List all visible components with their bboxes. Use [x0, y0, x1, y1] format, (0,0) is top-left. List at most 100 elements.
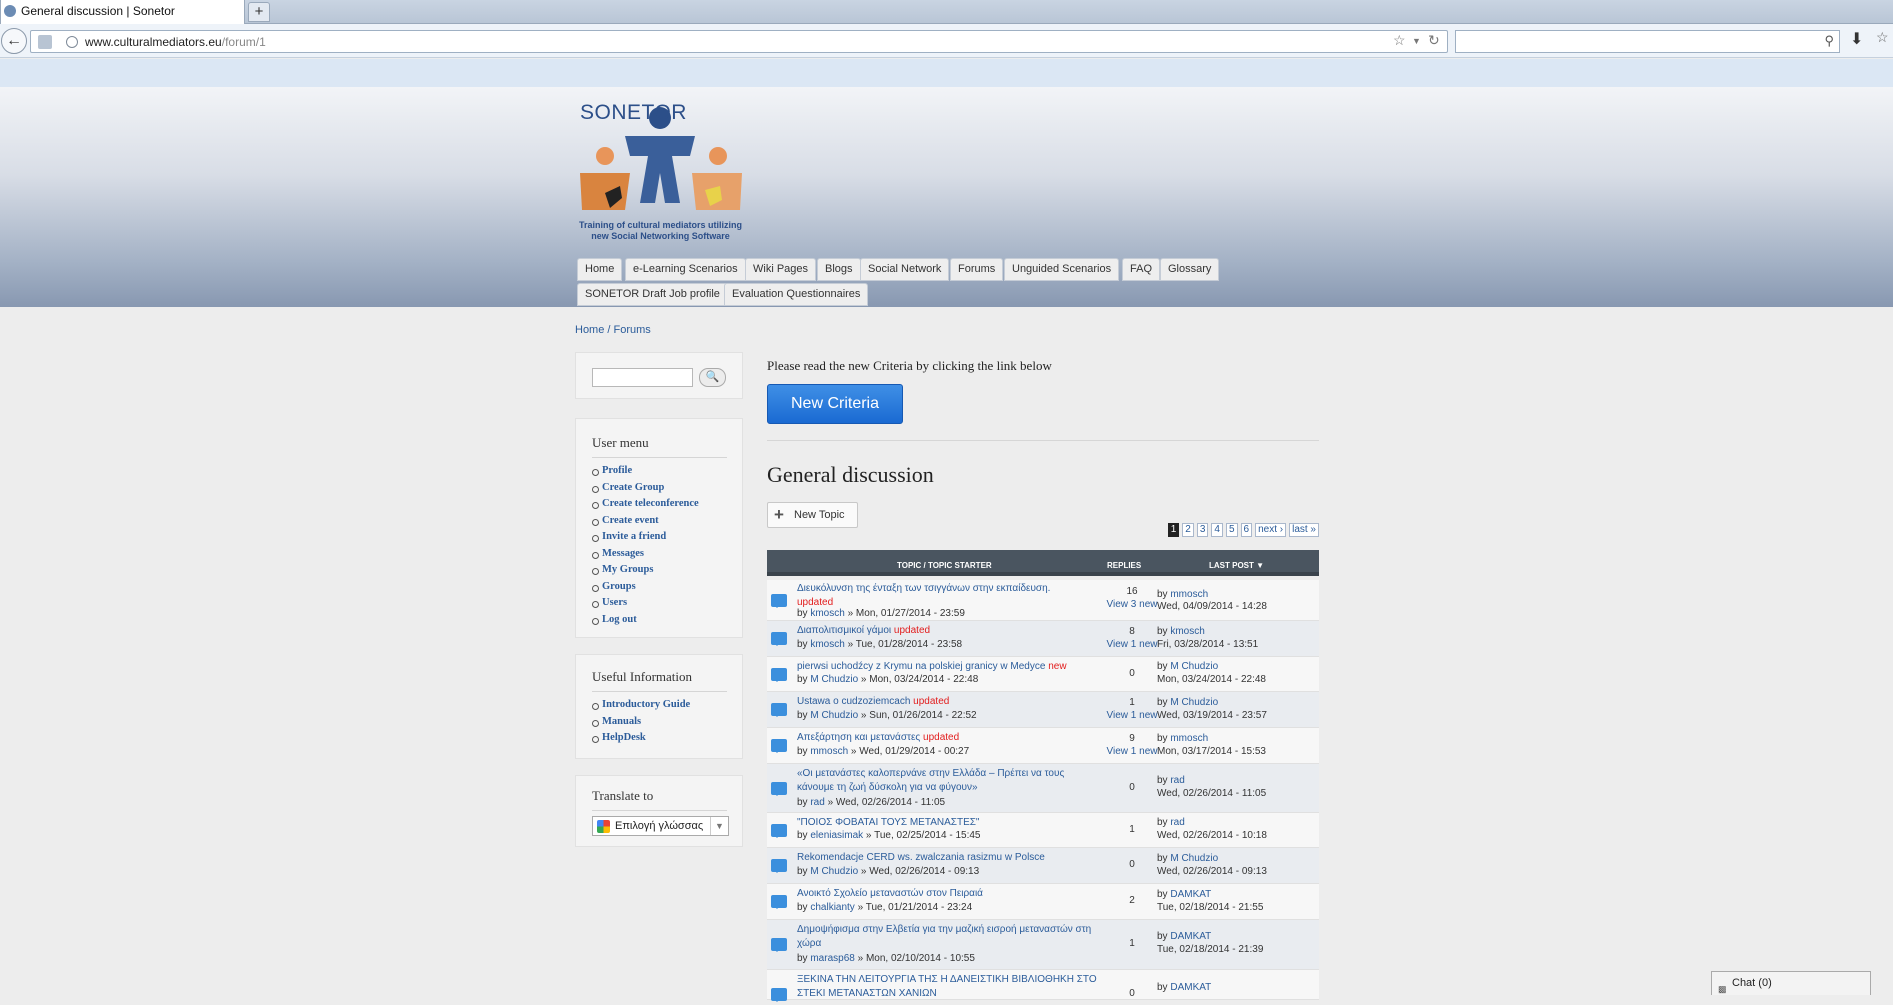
- last-post-date: Wed, 02/26/2014 - 11:05: [1157, 788, 1267, 799]
- topic-starter: by eleniasimak » Tue, 02/25/2014 - 15:45: [797, 830, 981, 841]
- topic-starter: by marasp68 » Mon, 02/10/2014 - 10:55: [797, 953, 975, 964]
- reply-count: 0: [1129, 988, 1135, 999]
- pager-page-2[interactable]: 2: [1182, 523, 1194, 537]
- topic-title[interactable]: pierwsi uchodźcy z Krymu na polskiej gra…: [797, 660, 1117, 674]
- menu-item-draft-job-profile[interactable]: SONETOR Draft Job profile: [577, 283, 728, 306]
- search-button[interactable]: 🔍: [699, 368, 726, 387]
- menu-item-home[interactable]: Home: [577, 258, 623, 281]
- bookmark-star-icon[interactable]: ☆: [1393, 32, 1406, 49]
- chat-bar[interactable]: ▩ Chat (0): [1711, 971, 1871, 995]
- new-topic-button[interactable]: + New Topic: [767, 502, 858, 528]
- topic-title[interactable]: ΞΕΚΙΝΑ ΤΗΝ ΛΕΙΤΟΥΡΓΙΑ ΤΗΣ Η ΔΑΝΕΙΣΤΙΚΗ Β…: [797, 973, 1107, 1001]
- topic-title[interactable]: «Οι μετανάστες καλοπερνάνε στην Ελλάδα –…: [797, 767, 1087, 795]
- last-post-date: Tue, 02/18/2014 - 21:55: [1157, 902, 1264, 913]
- topic-title[interactable]: Ustawa o cudzoziemcach updated: [797, 695, 1107, 709]
- menu-item-faq[interactable]: FAQ: [1122, 258, 1161, 281]
- column-topic[interactable]: TOPIC / TOPIC STARTER: [897, 561, 992, 570]
- pager-page-3[interactable]: 3: [1196, 523, 1209, 537]
- column-replies[interactable]: REPLIES: [1107, 561, 1141, 570]
- pager-page-4[interactable]: 4: [1211, 523, 1223, 537]
- browser-search-input[interactable]: ⚲: [1455, 30, 1840, 53]
- user-menu-groups[interactable]: Groups: [592, 579, 699, 596]
- menu-item-blogs[interactable]: Blogs: [817, 258, 861, 281]
- menu-item-wiki-pages[interactable]: Wiki Pages: [745, 258, 817, 281]
- new-tab-button[interactable]: +: [248, 2, 270, 22]
- user-menu-create-teleconference[interactable]: Create teleconference: [592, 496, 699, 513]
- forum-topic-icon: [771, 782, 787, 796]
- last-post-user: by M Chudzio: [1157, 661, 1219, 672]
- translate-language-select[interactable]: Επιλογή γλώσσας ▼: [592, 816, 729, 836]
- topic-title[interactable]: Διαπολιτισμικοί γάμοι updated: [797, 624, 1107, 638]
- useful-info-title: Useful Information: [592, 669, 727, 692]
- bookmarks-icon[interactable]: ☆: [1876, 29, 1889, 46]
- address-bar[interactable]: www.culturalmediators.eu/forum/1 ☆ ▼ ↻: [30, 30, 1448, 53]
- sort-desc-icon: ▼: [1256, 561, 1265, 570]
- logo-head-right: [709, 147, 727, 165]
- menu-item-social-network[interactable]: Social Network: [860, 258, 950, 281]
- forum-topic-icon: [771, 895, 787, 909]
- last-post-user: by M Chudzio: [1157, 853, 1219, 864]
- reply-count: 1: [1129, 824, 1135, 835]
- menu-item-forums[interactable]: Forums: [950, 258, 1004, 281]
- pager-last[interactable]: last »: [1289, 523, 1319, 537]
- last-post-date: Wed, 04/09/2014 - 14:28: [1157, 601, 1267, 612]
- menu-item-evaluation-questionnaires[interactable]: Evaluation Questionnaires: [724, 283, 869, 306]
- pager-next[interactable]: next ›: [1255, 523, 1287, 537]
- page-title: General discussion: [767, 462, 934, 487]
- reply-count: 9: [1129, 733, 1135, 744]
- chat-label: Chat (0): [1732, 977, 1772, 989]
- browser-tab[interactable]: General discussion | Sonetor: [0, 0, 245, 24]
- last-post-user: by mmosch: [1157, 589, 1209, 600]
- menu-item-unguided-scenarios[interactable]: Unguided Scenarios: [1004, 258, 1120, 281]
- user-menu-users[interactable]: Users: [592, 595, 699, 612]
- forum-topic-icon: [771, 739, 787, 753]
- breadcrumb[interactable]: Home / Forums: [575, 324, 651, 336]
- topic-title[interactable]: Δημοψήφισμα στην Ελβετία για την μαζική …: [797, 923, 1097, 951]
- pager: 1 2 3 4 5 6 next › last »: [1167, 523, 1319, 538]
- forum-topic-icon: [771, 859, 787, 873]
- topic-title[interactable]: Απεξάρτηση και μετανάστες updated: [797, 731, 1107, 745]
- download-icon[interactable]: ⬇: [1850, 29, 1863, 49]
- table-row: Rekomendacje CERD ws. zwalczania rasizmu…: [767, 848, 1319, 884]
- user-menu-my-groups[interactable]: My Groups: [592, 562, 699, 579]
- last-post-user: by mmosch: [1157, 733, 1209, 744]
- user-menu-create-event[interactable]: Create event: [592, 513, 699, 530]
- useful-helpdesk[interactable]: HelpDesk: [592, 730, 690, 747]
- last-post-user: by rad: [1157, 817, 1185, 828]
- last-post-user: by rad: [1157, 775, 1185, 786]
- menu-item-glossary[interactable]: Glossary: [1160, 258, 1220, 281]
- tab-title: General discussion | Sonetor: [21, 4, 175, 18]
- forum-topic-icon: [771, 632, 787, 646]
- last-post-user: by M Chudzio: [1157, 697, 1219, 708]
- reload-icon[interactable]: ↻: [1428, 32, 1440, 49]
- back-button[interactable]: ←: [1, 28, 27, 54]
- forum-topic-icon: [771, 938, 787, 952]
- topic-title[interactable]: Διευκόλυνση της ένταξη των τσιγγάνων στη…: [797, 582, 1067, 610]
- plus-icon: +: [774, 505, 784, 524]
- topic-starter: by M Chudzio » Mon, 03/24/2014 - 22:48: [797, 674, 979, 685]
- useful-manuals[interactable]: Manuals: [592, 714, 690, 731]
- new-criteria-button[interactable]: New Criteria: [767, 384, 903, 424]
- pager-page-5[interactable]: 5: [1225, 523, 1238, 537]
- last-post-user: by kmosch: [1157, 626, 1205, 637]
- topic-title[interactable]: Rekomendacje CERD ws. zwalczania rasizmu…: [797, 851, 1107, 865]
- user-menu-messages[interactable]: Messages: [592, 546, 699, 563]
- chat-icon: ▩: [1718, 984, 1727, 994]
- forum-topic-icon: [771, 594, 787, 608]
- topic-title[interactable]: "ΠΟΙΟΣ ΦΟΒΑΤΑΙ ΤΟΥΣ ΜΕΤΑΝΑΣΤΕΣ": [797, 816, 1107, 830]
- menu-item-elearning-scenarios[interactable]: e-Learning Scenarios: [625, 258, 746, 281]
- column-last-post[interactable]: LAST POST ▼: [1209, 561, 1264, 570]
- url-text: www.culturalmediators.eu/forum/1: [85, 35, 266, 49]
- search-icon[interactable]: ⚲: [1824, 33, 1834, 49]
- user-menu-create-group[interactable]: Create Group: [592, 480, 699, 497]
- useful-introductory-guide[interactable]: Introductory Guide: [592, 697, 690, 714]
- user-menu-log-out[interactable]: Log out: [592, 612, 699, 629]
- history-dropdown-icon[interactable]: ▼: [1412, 36, 1421, 46]
- topic-title[interactable]: Ανοικτό Σχολείο μεταναστών στον Πειραιά: [797, 887, 1107, 901]
- google-icon: [597, 820, 610, 833]
- reply-count: 1: [1129, 697, 1135, 708]
- search-input[interactable]: [592, 368, 693, 387]
- user-menu-invite-friend[interactable]: Invite a friend: [592, 529, 699, 546]
- pager-page-6[interactable]: 6: [1240, 523, 1253, 537]
- user-menu-profile[interactable]: Profile: [592, 463, 699, 480]
